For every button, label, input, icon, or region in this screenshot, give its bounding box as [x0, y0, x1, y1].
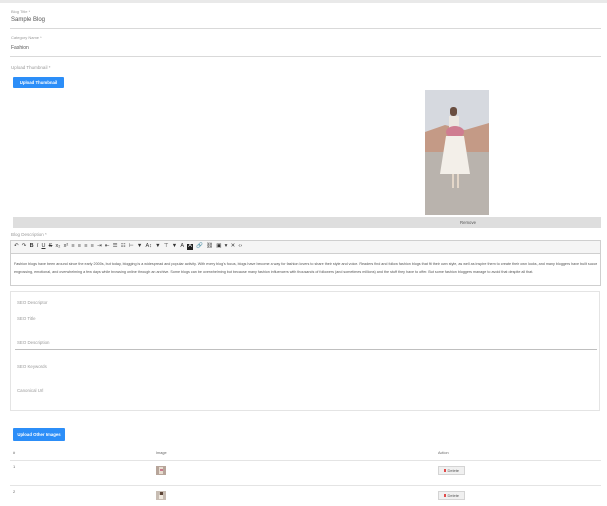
category-label: Category Name *: [11, 35, 42, 40]
gallery-image-thumbnail: [156, 491, 166, 500]
underline-icon[interactable]: U: [41, 244, 45, 250]
thumbnail-label: Upload Thumbnail *: [11, 65, 51, 70]
align-center-icon[interactable]: ≡: [78, 244, 81, 250]
indent-icon[interactable]: ⇥: [97, 244, 102, 250]
unlink-icon[interactable]: ⛓: [206, 244, 213, 250]
thumbnail-image: [425, 90, 489, 215]
blog-title-input[interactable]: Sample Blog: [11, 17, 45, 23]
highlight-icon[interactable]: A: [187, 244, 193, 250]
image-icon[interactable]: ▣: [216, 244, 221, 250]
gallery-image-thumbnail: [156, 466, 166, 475]
seo-description-underline: [15, 349, 597, 350]
top-bar: [0, 0, 607, 3]
outdent-icon[interactable]: ⇤: [105, 244, 110, 250]
paragraph-icon[interactable]: ▼: [137, 244, 142, 250]
trash-icon: [443, 468, 446, 473]
code-icon[interactable]: ‹›: [238, 244, 242, 250]
upload-thumbnail-button[interactable]: Upload Thumbnail: [13, 77, 64, 88]
clear-icon[interactable]: ✕: [231, 244, 236, 250]
align-right-icon[interactable]: ≡: [84, 244, 87, 250]
seo-keywords-field[interactable]: SEO Keywords: [17, 364, 47, 369]
column-action: Action: [438, 451, 449, 455]
delete-button[interactable]: Delete: [438, 466, 465, 475]
table-row: 2 Delete: [10, 485, 601, 506]
column-number: #: [13, 451, 16, 455]
description-editor[interactable]: Fashion blogs have been around since the…: [10, 254, 601, 286]
align-left-icon[interactable]: ≡: [71, 244, 74, 250]
superscript-icon[interactable]: x²: [64, 244, 69, 250]
category-underline: [10, 56, 601, 57]
delete-label: Delete: [447, 468, 460, 473]
editor-toolbar: ↶ ↷ B I U S x₂ x² ≡ ≡ ≡ ≡ ⇥ ⇤ ☰ ☷ ⊢ ▼ A↕…: [10, 240, 601, 254]
subscript-icon[interactable]: x₂: [56, 244, 61, 250]
column-image: Image: [156, 451, 167, 455]
row-number: 2: [13, 489, 16, 494]
remove-thumbnail-button[interactable]: Remove: [13, 217, 601, 228]
font-color-icon[interactable]: A: [180, 244, 184, 250]
category-input[interactable]: Fashion: [11, 45, 29, 51]
seo-description-field[interactable]: SEO Description: [17, 340, 49, 345]
row-number: 1: [13, 464, 16, 469]
style-icon[interactable]: ▼: [155, 244, 160, 250]
strikethrough-icon[interactable]: S: [49, 244, 53, 250]
undo-icon[interactable]: ↶: [14, 244, 19, 250]
font-size-icon[interactable]: A↕: [145, 244, 151, 250]
link-icon[interactable]: 🔗: [196, 244, 203, 250]
bold-icon[interactable]: B: [30, 244, 34, 250]
trash-icon: [443, 493, 446, 498]
editor-line-2: engrossing, emotional, and overwhelming …: [14, 269, 534, 274]
blog-title-label: Blog Title *: [11, 9, 31, 14]
text-color-icon[interactable]: ▼: [172, 244, 177, 250]
seo-descriptor-field[interactable]: SEO Descriptor: [17, 300, 48, 305]
upload-other-images-button[interactable]: Upload Other Images: [13, 428, 65, 441]
delete-label: Delete: [447, 493, 460, 498]
format-icon[interactable]: ⊤: [164, 244, 169, 250]
blog-title-underline: [10, 28, 601, 29]
seo-section: SEO Descriptor SEO Title SEO Description…: [10, 291, 600, 411]
more-icon[interactable]: ▾: [225, 244, 228, 250]
redo-icon[interactable]: ↷: [22, 244, 27, 250]
delete-button[interactable]: Delete: [438, 491, 465, 500]
italic-icon[interactable]: I: [37, 244, 39, 250]
gallery-table-header: # Image Action: [10, 449, 601, 458]
remove-label: Remove: [459, 220, 476, 225]
seo-title-field[interactable]: SEO Title: [17, 316, 36, 321]
unordered-list-icon[interactable]: ☰: [113, 244, 118, 250]
canonical-url-field[interactable]: Canonical Url: [17, 388, 43, 393]
description-label: Blog Description *: [11, 232, 47, 237]
ordered-list-icon[interactable]: ☷: [121, 244, 126, 250]
heading-icon[interactable]: ⊢: [129, 244, 134, 250]
align-justify-icon[interactable]: ≡: [91, 244, 94, 250]
table-row: 1 Delete: [10, 460, 601, 481]
editor-line-1: Fashion blogs have been around since the…: [14, 262, 597, 266]
